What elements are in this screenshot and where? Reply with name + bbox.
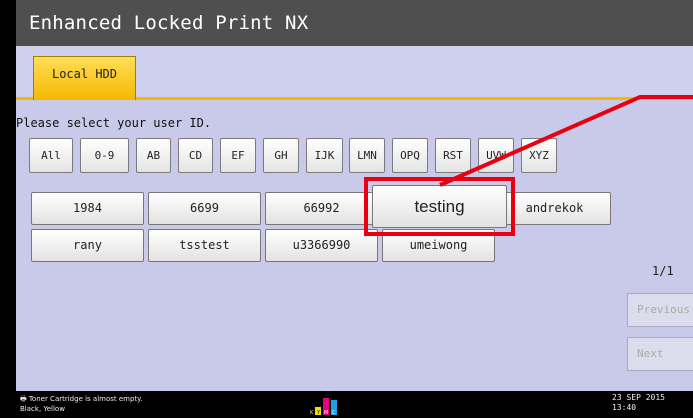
user-button-tsstest[interactable]: tsstest xyxy=(148,229,261,262)
tab-local-hdd[interactable]: Local HDD xyxy=(33,56,136,100)
filter-0-9-button[interactable]: 0-9 xyxy=(80,138,129,173)
user-button-andrekok[interactable]: andrekok xyxy=(498,192,611,225)
filter-xyz-button[interactable]: XYZ xyxy=(521,138,557,173)
status-time: 13:40 xyxy=(612,403,637,412)
page-indicator: 1/1 xyxy=(652,264,674,278)
user-button-6699[interactable]: 6699 xyxy=(148,192,261,225)
filter-uvw-button[interactable]: UVW xyxy=(478,138,514,173)
toner-warning-line2: Black, Yellow xyxy=(20,405,65,413)
status-date: 23 SEP 2015 xyxy=(612,393,665,402)
user-button-66992[interactable]: 66992 xyxy=(265,192,378,225)
filter-cd-button[interactable]: CD xyxy=(178,138,213,173)
filter-ab-button[interactable]: AB xyxy=(136,138,171,173)
user-button-umeiwong[interactable]: umeiwong xyxy=(382,229,495,262)
next-button[interactable]: Next xyxy=(627,337,693,371)
filter-ijk-button[interactable]: IJK xyxy=(306,138,343,173)
toner-letter-k: K xyxy=(310,410,314,415)
user-button-u3366990[interactable]: u3366990 xyxy=(265,229,378,262)
toner-letter-m: M xyxy=(324,410,328,415)
toner-warning[interactable]: 🖶 Toner Cartridge is almost empty. Black… xyxy=(20,394,143,414)
filter-lmn-button[interactable]: LMN xyxy=(349,138,385,173)
printer-panel: Enhanced Locked Print NX Local HDD Pleas… xyxy=(16,0,693,418)
toner-letter-c: C xyxy=(332,410,336,415)
tab-strip: Local HDD xyxy=(16,46,693,100)
select-user-prompt: Please select your user ID. xyxy=(16,116,212,130)
filter-rst-button[interactable]: RST xyxy=(435,138,471,173)
toner-warning-line1: Toner Cartridge is almost empty. xyxy=(28,395,143,403)
date-time: 23 SEP 2015 13:40 xyxy=(612,393,665,413)
previous-button[interactable]: Previous xyxy=(627,293,693,327)
filter-all-button[interactable]: All xyxy=(29,138,73,173)
status-bar: 🖶 Toner Cartridge is almost empty. Black… xyxy=(16,391,693,418)
filter-opq-button[interactable]: OPQ xyxy=(392,138,428,173)
filter-gh-button[interactable]: GH xyxy=(263,138,299,173)
user-button-rany[interactable]: rany xyxy=(31,229,144,262)
toner-level-icon: K Y M C xyxy=(310,398,337,415)
app-title: Enhanced Locked Print NX xyxy=(16,0,693,46)
user-button-1984[interactable]: 1984 xyxy=(31,192,144,225)
filter-ef-button[interactable]: EF xyxy=(220,138,256,173)
user-button-testing[interactable]: testing xyxy=(372,185,507,228)
printer-icon: 🖶 xyxy=(20,395,27,403)
